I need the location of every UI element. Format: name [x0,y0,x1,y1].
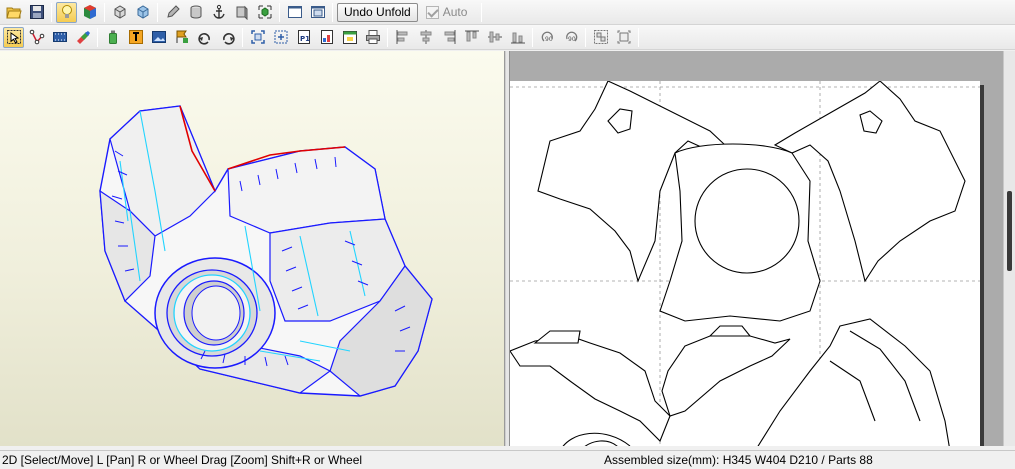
3d-model-wireframe[interactable] [0,51,505,446]
undo-unfold-button[interactable]: Undo Unfold [337,2,418,22]
bottle-icon[interactable] [102,27,123,48]
ungroup-icon[interactable] [613,27,634,48]
flag-icon[interactable] [171,27,192,48]
save-icon[interactable] [26,2,47,23]
group-icon[interactable] [590,27,611,48]
lightbulb-icon[interactable] [56,1,77,23]
box-wireframe-icon[interactable] [109,2,130,23]
pencil-icon[interactable] [162,2,183,23]
2d-view-panel[interactable] [510,51,1003,446]
svg-text:90: 90 [568,36,576,43]
printer-icon[interactable] [362,27,383,48]
align-center-h-icon[interactable] [415,27,436,48]
status-assembled-size: Assembled size(mm): H345 W404 D210 / Par… [604,453,873,467]
select-move-icon[interactable] [3,26,24,48]
svg-text:90: 90 [545,36,553,43]
paper-shadow [980,85,984,446]
text-icon[interactable] [125,27,146,48]
vertical-scrollbar[interactable] [1003,51,1015,446]
page-number-icon[interactable]: P1 [293,27,314,48]
image-icon[interactable] [148,27,169,48]
auto-checkbox[interactable]: Auto [425,5,468,19]
auto-label: Auto [442,5,468,19]
rotate-left-icon[interactable] [194,27,215,48]
align-middle-v-icon[interactable] [484,27,505,48]
anchor-icon[interactable] [208,2,229,23]
rotate-right-icon[interactable] [217,27,238,48]
align-bottom-icon[interactable] [507,27,528,48]
film-icon[interactable] [49,27,70,48]
window-split-icon[interactable] [307,2,328,23]
align-right-icon[interactable] [438,27,459,48]
3d-view-panel[interactable] [0,51,505,446]
fit-all-icon[interactable] [270,27,291,48]
scrollbar-thumb[interactable] [1007,191,1012,271]
box-green-icon[interactable] [254,2,275,23]
status-mode-text: 2D [Select/Move] L [Pan] R or Wheel Drag… [2,453,363,467]
unfolded-pattern[interactable] [510,80,980,446]
auto-checkbox-box[interactable] [425,5,439,19]
open-folder-icon[interactable] [3,2,24,23]
box-side-icon[interactable] [231,2,252,23]
fit-select-icon[interactable] [247,27,268,48]
undo-unfold-label: Undo Unfold [344,5,411,19]
align-left-icon[interactable] [392,27,413,48]
color-cube-icon[interactable] [79,2,100,23]
calendar-icon[interactable] [339,27,360,48]
pepakura-window: Undo Unfold Auto P1 90 90 2D [Select/Mov… [0,0,1015,469]
edge-tool-icon[interactable] [26,27,47,48]
cylinder-icon[interactable] [185,2,206,23]
paint-icon[interactable] [72,27,93,48]
rotate-90-ccw-icon[interactable]: 90 [537,27,558,48]
box-shaded-icon[interactable] [132,2,153,23]
paper-sheet [510,80,980,446]
edit-toolbar: P1 90 90 [0,25,1015,50]
window-single-icon[interactable] [284,2,305,23]
align-top-icon[interactable] [461,27,482,48]
page-icon[interactable] [316,27,337,48]
main-toolbar: Undo Unfold Auto [0,0,1015,25]
status-bar: 2D [Select/Move] L [Pan] R or Wheel Drag… [0,450,1015,469]
svg-text:P1: P1 [300,35,310,43]
rotate-90-cw-icon[interactable]: 90 [560,27,581,48]
